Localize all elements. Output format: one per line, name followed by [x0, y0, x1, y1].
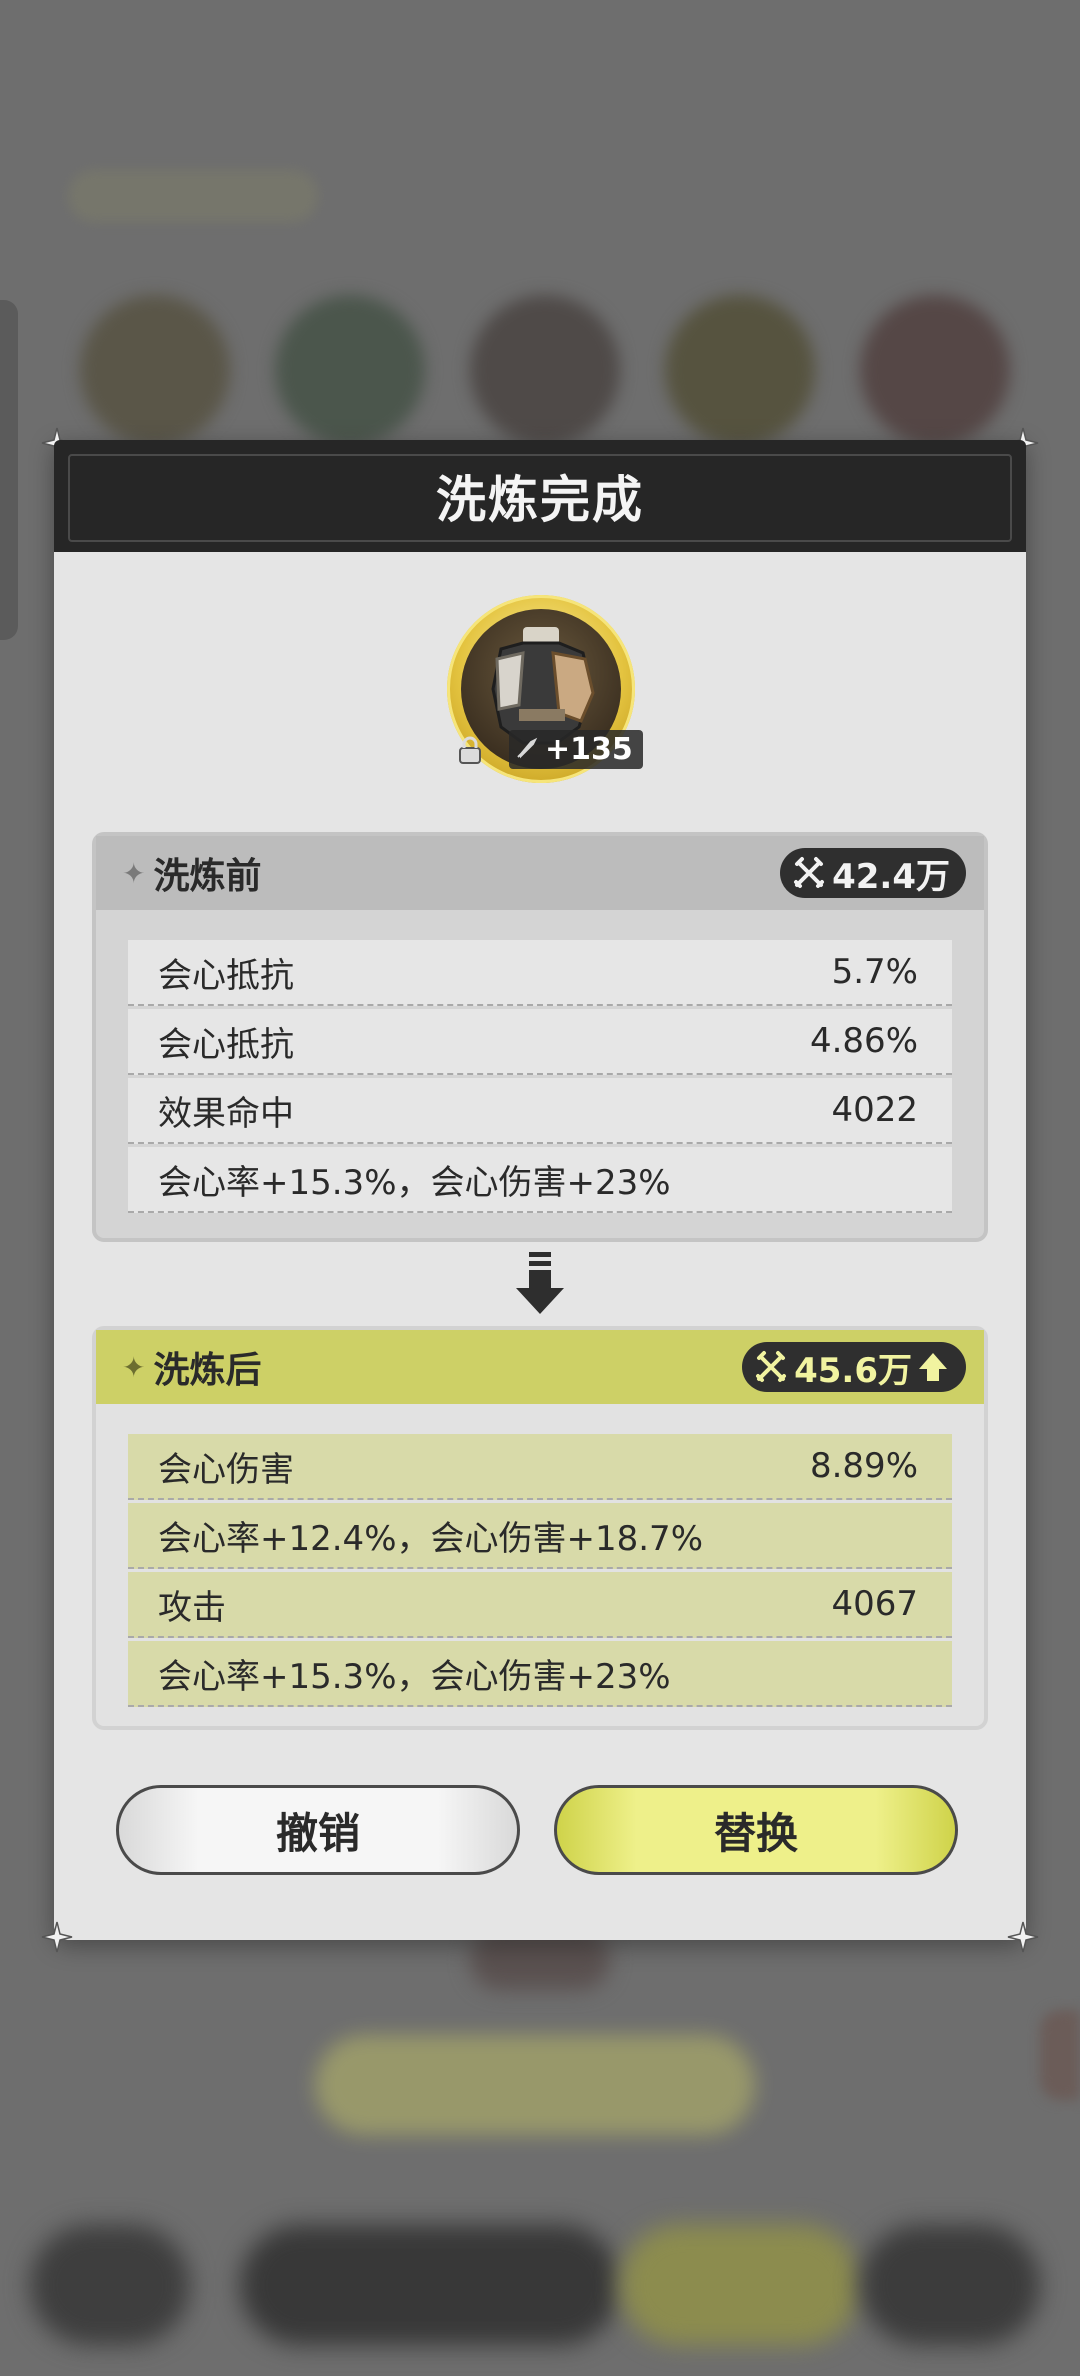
- stat-name: 会心抵抗: [158, 1024, 294, 1065]
- dialog-header: 洗炼完成: [54, 440, 1026, 552]
- background-title-blur: [68, 170, 318, 222]
- stat-name: 会心抵抗: [158, 955, 294, 996]
- power-icon: [794, 857, 825, 888]
- background-bottom-button: [620, 2225, 860, 2345]
- dialog-title: 洗炼完成: [436, 471, 644, 529]
- before-stat-list: 会心抵抗 5.7% 会心抵抗 4.86% 效果命中 4022 会心率+15.3%，会心…: [128, 940, 952, 1216]
- refine-result-dialog: 洗炼完成 +135 ✦ 洗炼前 42.4万 会心抵抗 5.7% 会心抵抗 4.8…: [41, 427, 1039, 1953]
- stat-row: 会心率+12.4%，会心伤害+18.7%: [128, 1503, 952, 1569]
- lock-icon[interactable]: [455, 735, 485, 765]
- after-stat-list: 会心伤害 8.89% 会心率+12.4%，会心伤害+18.7% 攻击 4067 会心…: [128, 1434, 952, 1710]
- stat-name: 会心伤害: [158, 1449, 294, 1490]
- sword-icon: [517, 737, 538, 759]
- background-sidebar-tab: [0, 300, 18, 640]
- stat-name: 会心率+15.3%，会心伤害+23%: [158, 1656, 671, 1697]
- after-refine-header: ✦ 洗炼后 45.6万: [96, 1330, 984, 1404]
- stat-row: 会心抵抗 5.7%: [128, 940, 952, 1006]
- background-bottom-button: [240, 2225, 620, 2345]
- after-refine-panel: ✦ 洗炼后 45.6万 会心伤害 8.89% 会心率+12.4%，会心伤害+18.…: [92, 1326, 988, 1730]
- stat-row: 攻击 4067: [128, 1572, 952, 1638]
- before-power-badge: 42.4万: [780, 848, 966, 898]
- background-right-edge: [1040, 2010, 1080, 2100]
- star-icon: ✦: [122, 1350, 146, 1384]
- background-action-bar: [315, 2035, 755, 2135]
- enhance-level-badge: +135: [509, 730, 643, 769]
- stat-name: 攻击: [158, 1587, 226, 1628]
- stat-value: 5.7%: [831, 952, 918, 992]
- background-equip-slot: [860, 295, 1010, 445]
- after-refine-label: 洗炼后: [153, 1350, 262, 1391]
- stat-value: 4022: [831, 1090, 918, 1130]
- equipment-icon[interactable]: +135: [447, 595, 643, 783]
- stat-value: 4.86%: [809, 1021, 918, 1061]
- power-icon: [756, 1351, 787, 1382]
- stat-value: 8.89%: [809, 1446, 918, 1486]
- background-equip-slot: [470, 295, 620, 445]
- corner-ornament-icon: [40, 1920, 74, 1954]
- arrow-down-icon: [516, 1252, 564, 1314]
- stat-row: 会心伤害 8.89%: [128, 1434, 952, 1500]
- stat-name: 会心率+12.4%，会心伤害+18.7%: [158, 1518, 703, 1559]
- before-refine-panel: ✦ 洗炼前 42.4万 会心抵抗 5.7% 会心抵抗 4.86% 效果命中 4022 …: [92, 832, 988, 1242]
- before-refine-header: ✦ 洗炼前 42.4万: [96, 836, 984, 910]
- stat-name: 会心率+15.3%，会心伤害+23%: [158, 1162, 671, 1203]
- background-equip-slot: [80, 295, 230, 445]
- before-power-value: 42.4万: [832, 856, 950, 897]
- background-equip-slot: [275, 295, 425, 445]
- replace-button[interactable]: 替换: [554, 1785, 958, 1875]
- enhance-level-value: +135: [545, 732, 633, 767]
- stat-row: 会心率+15.3%，会心伤害+23%: [128, 1147, 952, 1213]
- corner-ornament-icon: [1006, 1920, 1040, 1954]
- stat-row: 会心抵抗 4.86%: [128, 1009, 952, 1075]
- background-bottom-button: [860, 2225, 1040, 2345]
- star-icon: ✦: [122, 856, 146, 890]
- stat-name: 效果命中: [158, 1093, 294, 1134]
- background-equip-slot: [665, 295, 815, 445]
- after-power-value: 45.6万: [794, 1350, 912, 1391]
- stat-row: 会心率+15.3%，会心伤害+23%: [128, 1641, 952, 1707]
- before-refine-label: 洗炼前: [153, 856, 262, 897]
- after-power-badge: 45.6万: [742, 1342, 966, 1392]
- stat-value: 4067: [831, 1584, 918, 1624]
- background-bottom-button: [30, 2225, 190, 2345]
- stat-row: 效果命中 4022: [128, 1078, 952, 1144]
- cancel-button[interactable]: 撤销: [116, 1785, 520, 1875]
- arrow-up-icon: [919, 1353, 947, 1381]
